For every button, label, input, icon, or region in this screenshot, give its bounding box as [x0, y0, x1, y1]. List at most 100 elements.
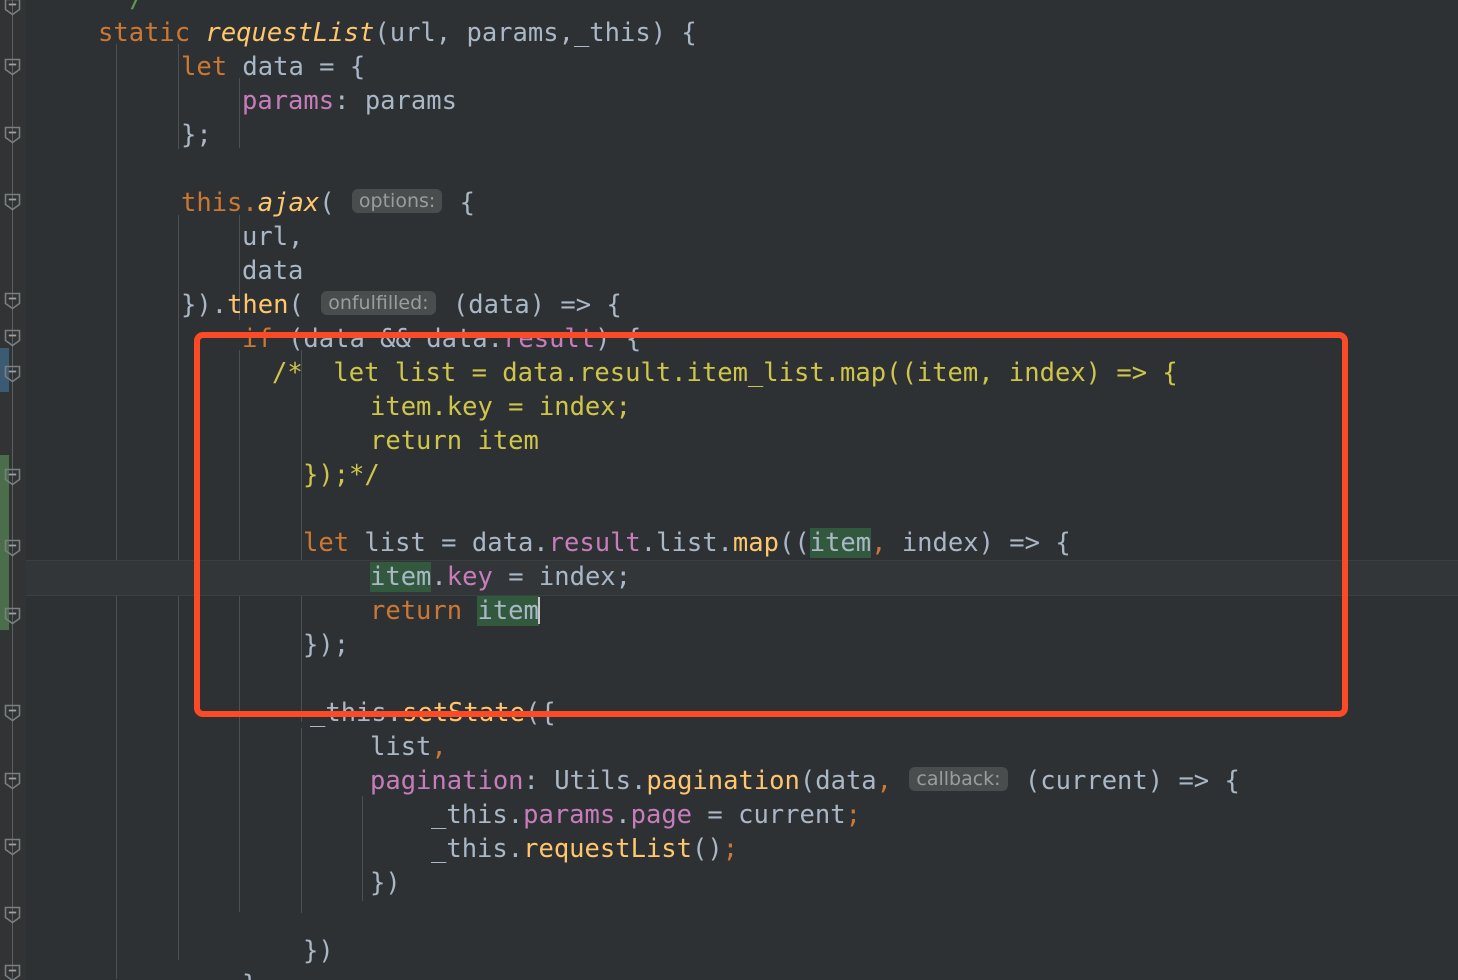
- fold-marker-9[interactable]: [2, 605, 23, 626]
- code-line[interactable]: }): [26, 934, 334, 968]
- code-line[interactable]: [26, 900, 370, 934]
- token-plain: index) => {: [886, 528, 1071, 558]
- token-keyword: ,: [431, 732, 447, 762]
- code-line[interactable]: this.ajax( options: {: [26, 186, 475, 220]
- token-ident-highlight: item: [370, 562, 432, 592]
- code-line[interactable]: _this.requestList();: [26, 832, 738, 866]
- code-line[interactable]: static requestList(url, params,_this) {: [26, 16, 697, 50]
- token-plain: (data) => {: [437, 290, 622, 320]
- token-plain: data: [242, 256, 304, 286]
- fold-marker-7[interactable]: [2, 466, 23, 487]
- fold-marker-12[interactable]: [2, 836, 23, 857]
- token-keyword: return: [370, 596, 478, 626]
- token-plain: }): [370, 868, 401, 898]
- token-plain: (: [319, 188, 350, 218]
- fold-marker-0[interactable]: [2, 0, 23, 17]
- fold-marker-11[interactable]: [2, 770, 23, 791]
- code-line[interactable]: });*/: [26, 458, 380, 492]
- code-line[interactable]: let data = {: [26, 50, 365, 84]
- fold-marker-10[interactable]: [2, 702, 23, 723]
- token-plain: ({: [524, 698, 556, 728]
- token-keyword: ,: [876, 766, 893, 796]
- token-function: requestList: [523, 834, 693, 864]
- code-line[interactable]: }: [26, 968, 257, 980]
- fold-marker-14[interactable]: [2, 962, 23, 980]
- fold-marker-6[interactable]: [2, 363, 23, 384]
- token-plain: (url, params,_this) {: [374, 18, 697, 48]
- token-keyword: let: [181, 52, 243, 82]
- token-keyword: let: [303, 528, 365, 558]
- token-function: setState: [402, 698, 525, 728]
- code-line[interactable]: return item: [26, 594, 540, 628]
- token-field: page: [630, 800, 693, 830]
- code-line[interactable]: _this.params.page = current;: [26, 798, 861, 832]
- code-line[interactable]: [26, 152, 181, 186]
- parameter-hint-chip[interactable]: callback:: [909, 767, 1008, 791]
- fold-marker-3[interactable]: [2, 191, 23, 212]
- token-plain: }: [242, 970, 257, 980]
- code-line[interactable]: list,: [26, 730, 447, 764]
- token-field: key: [446, 562, 493, 592]
- parameter-hint-chip[interactable]: onfulfilled:: [321, 291, 436, 315]
- code-line[interactable]: }).then( onfulfilled: (data) => {: [26, 288, 622, 322]
- fold-marker-2[interactable]: [2, 124, 23, 145]
- fold-marker-1[interactable]: [2, 56, 23, 77]
- token-keyword: static: [98, 18, 206, 48]
- code-line[interactable]: item.key = index;: [26, 560, 631, 594]
- token-plain: {: [444, 188, 476, 218]
- fold-rail: [12, 0, 13, 980]
- code-line[interactable]: */: [26, 0, 145, 16]
- token-keyword: ,: [871, 528, 887, 558]
- token-plain: = current: [692, 800, 846, 830]
- token-block-comment: });*/: [303, 460, 380, 490]
- code-editor-window: */static requestList(url, params,_this) …: [0, 0, 1458, 980]
- token-plain: _this.: [431, 834, 524, 864]
- token-plain: = index;: [492, 562, 632, 592]
- editor-text-area[interactable]: */static requestList(url, params,_this) …: [26, 0, 1458, 980]
- token-field: pagination: [370, 766, 524, 796]
- text-caret: [537, 597, 540, 624]
- token-plain: (): [692, 834, 723, 864]
- fold-marker-4[interactable]: [2, 290, 23, 311]
- token-function: then: [227, 290, 289, 320]
- token-plain: }).: [181, 290, 228, 320]
- code-line[interactable]: });: [26, 628, 349, 662]
- code-line[interactable]: [26, 492, 303, 526]
- token-function-italic: requestList: [205, 18, 375, 48]
- token-function: pagination: [646, 766, 800, 796]
- parameter-hint-chip[interactable]: options:: [351, 189, 443, 213]
- code-line[interactable]: params: params: [26, 84, 457, 118]
- code-line[interactable]: _this.setState({: [26, 696, 556, 730]
- token-plain: list = data.: [364, 528, 549, 558]
- token-plain: });: [303, 630, 350, 660]
- code-line[interactable]: if (data && data.result) {: [26, 322, 641, 356]
- token-plain: (data && data.: [272, 324, 504, 354]
- fold-marker-5[interactable]: [2, 327, 23, 348]
- token-field: params: [242, 86, 335, 116]
- code-line[interactable]: /* let list = data.result.item_list.map(…: [26, 356, 1178, 390]
- code-line[interactable]: url,: [26, 220, 303, 254]
- token-line-comment: */: [114, 0, 145, 14]
- token-function-italic: ajax: [257, 188, 320, 218]
- token-plain: (: [288, 290, 320, 320]
- code-line[interactable]: [26, 662, 303, 696]
- token-field: result: [503, 324, 596, 354]
- code-line[interactable]: item.key = index;: [26, 390, 631, 424]
- token-ident-highlight: item: [809, 528, 872, 558]
- fold-marker-13[interactable]: [2, 904, 23, 925]
- code-line[interactable]: pagination: Utils.pagination(data, callb…: [26, 764, 1240, 798]
- code-line[interactable]: let list = data.result.list.map((item, i…: [26, 526, 1071, 560]
- token-field: params: [523, 800, 616, 830]
- token-plain: url,: [242, 222, 304, 252]
- code-line[interactable]: return item: [26, 424, 539, 458]
- code-line[interactable]: data: [26, 254, 303, 288]
- code-line[interactable]: }): [26, 866, 401, 900]
- token-block-comment: item.key = index;: [370, 392, 631, 422]
- token-keyword: if: [242, 324, 273, 354]
- fold-marker-8[interactable]: [2, 537, 23, 558]
- code-line[interactable]: };: [26, 118, 212, 152]
- editor-gutter[interactable]: [0, 0, 26, 980]
- token-ident-highlight: item: [477, 596, 539, 626]
- token-keyword: this.: [181, 188, 258, 218]
